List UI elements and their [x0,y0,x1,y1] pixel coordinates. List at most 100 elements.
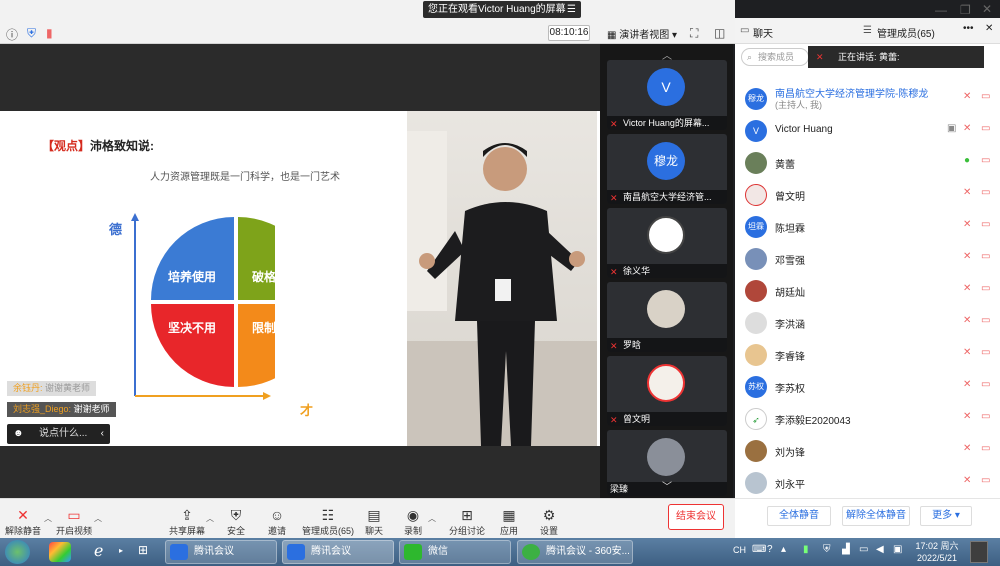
camera-off-icon[interactable]: ▭ [981,155,990,166]
member-row[interactable]: 坦霖 陈坦霖 ✕ ▭ [745,210,995,242]
chat-button[interactable]: ▤ 聊天 [365,507,383,537]
member-row[interactable]: 胡廷灿 ✕ ▭ [745,274,995,306]
camera-off-icon[interactable]: ▭ [981,123,990,134]
notification-icon[interactable] [970,541,988,563]
menu-icon[interactable]: ☰ [567,1,576,18]
tab-members[interactable]: 管理成员(65) [877,25,935,40]
member-row[interactable]: 穆龙 南昌航空大学经济管理学院-陈穆龙 (主持人, 我) ✕ ▭ [745,82,995,114]
view-switch-button[interactable]: ▦ 演讲者视图 ▾ [607,26,677,41]
minimize-icon[interactable]: — [935,3,947,17]
settings-button[interactable]: ⚙ 设置 [540,507,558,537]
mic-muted-icon[interactable]: ✕ [963,475,971,486]
system-clock[interactable]: 17:02 周六 2022/5/21 [912,540,962,564]
invite-button[interactable]: ☺ 邀请 [268,507,286,537]
emoji-icon[interactable]: ☻ [13,424,24,444]
camera-off-icon[interactable]: ▭ [981,379,990,390]
member-row[interactable]: ➶ 李添毅E2020043 ✕ ▭ [745,402,995,434]
member-row[interactable]: 李洪涵 ✕ ▭ [745,306,995,338]
ie-menu-icon[interactable]: ▸ [119,546,123,555]
mic-muted-icon[interactable]: ✕ [963,411,971,422]
manage-members-button[interactable]: ☷ 管理成员(65) [302,507,354,537]
mic-muted-icon[interactable]: ✕ [963,283,971,294]
member-row[interactable]: 李睿锋 ✕ ▭ [745,338,995,370]
video-options-icon[interactable]: ︿ [94,513,102,524]
video-tile[interactable]: 穆龙 ✕ 南昌航空大学经济管... [607,134,727,204]
volume-icon[interactable]: ◀ [876,544,884,555]
member-row[interactable]: 邓雪强 ✕ ▭ [745,242,995,274]
info-icon[interactable]: ⓘ [6,26,18,43]
mic-muted-icon[interactable]: ✕ [963,379,971,390]
mic-muted-icon[interactable]: ✕ [963,219,971,230]
share-options-icon[interactable]: ︿ [206,513,214,524]
camera-off-icon[interactable]: ▭ [981,443,990,454]
mic-active-icon[interactable]: ● [964,155,970,166]
chat-tab-icon[interactable]: ▭ [740,25,749,36]
unmute-all-button[interactable]: 解除全体静音 [842,506,910,526]
ie-icon[interactable]: ℯ [94,542,116,562]
watching-banner[interactable]: 您正在观看Victor Huang的屏幕 ☰ [423,1,581,18]
camera-off-icon[interactable]: ▭ [981,251,990,262]
input-language[interactable]: CH [733,545,746,555]
members-tab-icon[interactable]: ☰ [863,25,872,36]
mic-muted-icon[interactable]: ✕ [963,443,971,454]
member-search-input[interactable]: ⌕ 搜索成员 [741,48,809,66]
power-icon[interactable]: ▭ [859,544,868,555]
camera-off-icon[interactable]: ▭ [981,283,990,294]
video-tile[interactable]: ✕ 罗晗 [607,282,727,352]
start-button[interactable] [5,540,30,564]
more-button[interactable]: 更多 ▾ [920,506,972,526]
video-tile[interactable]: ✕ 曾文明 [607,356,727,426]
share-screen-button[interactable]: ⇪ 共享屏幕 [169,507,205,537]
member-row[interactable]: 苏权 李苏权 ✕ ▭ [745,370,995,402]
grid-apps-icon[interactable]: ⊞ [138,543,148,557]
scroll-down-icon[interactable]: ﹀ [662,478,672,493]
unmute-button[interactable]: ✕ 解除静音 [5,507,41,537]
record-button[interactable]: ◉ 录制 [404,507,422,537]
mic-muted-icon[interactable]: ✕ [963,91,971,102]
taskbar-item[interactable]: 微信 [399,540,511,564]
mic-muted-icon[interactable]: ✕ [963,347,971,358]
camera-off-icon[interactable]: ▭ [981,475,990,486]
audio-options-icon[interactable]: ︿ [44,513,52,524]
end-meeting-button[interactable]: 结束会议 [668,504,724,530]
chat-input[interactable]: ☻ 说点什么... ‹ [7,424,110,444]
member-row[interactable]: 刘永平 ✕ ▭ [745,466,995,494]
tray-app-icon[interactable]: ▮ [803,544,809,555]
member-row[interactable]: 黄蕾 ● ▭ [745,146,995,178]
sidebar-toggle-icon[interactable]: ◫ [714,26,725,40]
taskbar-item[interactable]: 腾讯会议 [282,540,394,564]
taskbar-item[interactable]: 腾讯会议 - 360安... [517,540,633,564]
tray-shield-icon[interactable]: ⛨ [823,544,831,555]
member-row[interactable]: 曾文明 ✕ ▭ [745,178,995,210]
signal-icon[interactable]: ▮ [46,26,53,40]
keyboard-icon[interactable]: ⌨ [752,544,766,555]
tab-chat[interactable]: 聊天 [753,25,773,40]
camera-off-icon[interactable]: ▭ [981,315,990,326]
camera-off-icon[interactable]: ▭ [981,347,990,358]
member-row[interactable]: V Victor Huang ▣ ✕ ▭ [745,114,995,146]
video-button[interactable]: ▭ 开启视频 [56,507,92,537]
mic-muted-icon[interactable]: ✕ [963,123,971,134]
network-icon[interactable]: ▟ [842,544,850,555]
record-options-icon[interactable]: ︿ [428,513,436,524]
restore-icon[interactable]: ❐ [960,3,971,17]
mic-muted-icon[interactable]: ✕ [963,251,971,262]
apps-button[interactable]: ▦ 应用 [500,507,518,537]
camera-off-icon[interactable]: ▭ [981,187,990,198]
breakout-button[interactable]: ⊞ 分组讨论 [449,507,485,537]
member-row[interactable]: 刘为锋 ✕ ▭ [745,434,995,466]
video-tile[interactable]: ✕ 徐义华 [607,208,727,278]
taskbar-item[interactable]: 腾讯会议 [165,540,277,564]
collapse-chat-icon[interactable]: ‹ [101,424,104,444]
app-launcher-icon[interactable] [49,542,71,562]
camera-off-icon[interactable]: ▭ [981,91,990,102]
help-icon[interactable]: ? [767,544,773,555]
more-options-icon[interactable]: ••• [963,23,974,34]
camera-off-icon[interactable]: ▭ [981,411,990,422]
security-button[interactable]: ⛨ 安全 [227,507,245,537]
fullscreen-icon[interactable]: ⛶ [690,26,698,41]
tray-arrow-icon[interactable]: ▴ [781,544,786,555]
panel-close-icon[interactable]: ✕ [985,23,993,34]
mic-muted-icon[interactable]: ✕ [963,187,971,198]
mute-all-button[interactable]: 全体静音 [767,506,831,526]
